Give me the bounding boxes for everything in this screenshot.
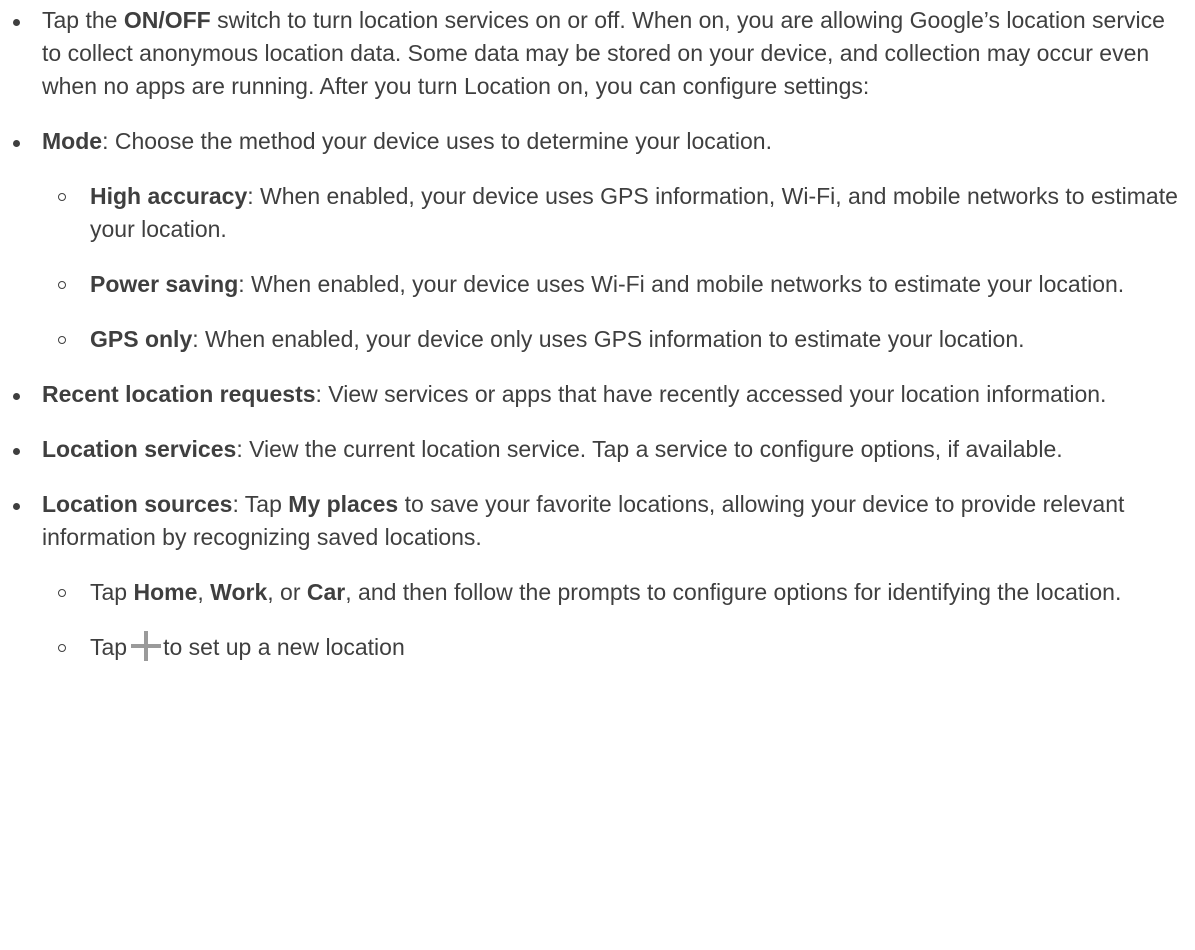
- item-text: : Tap: [232, 491, 289, 517]
- my-places-term: My places: [288, 491, 399, 517]
- item-text: : Choose the method your device uses to …: [102, 128, 772, 154]
- mode-sublist: High accuracy: When enabled, your device…: [0, 180, 1195, 356]
- item-text: , and then follow the prompts to configu…: [345, 579, 1122, 605]
- list-item-location-sources: Location sources: Tap My places to save …: [0, 488, 1185, 554]
- circle-bullet-icon: [58, 336, 66, 344]
- circle-bullet-icon: [58, 589, 66, 597]
- bullet-icon: [13, 393, 20, 400]
- list-item-onoff: Tap the ON/OFF switch to turn location s…: [0, 4, 1185, 103]
- sublist-item-new-location: Tap to set up a new location: [0, 631, 1185, 664]
- sublist-item-high-accuracy: High accuracy: When enabled, your device…: [0, 180, 1185, 246]
- item-text: : When enabled, your device uses GPS inf…: [90, 183, 1178, 242]
- plus-icon: [131, 631, 162, 661]
- item-lead: Tap: [90, 579, 134, 605]
- item-term: Recent location requests: [42, 381, 316, 407]
- car-term: Car: [306, 579, 346, 605]
- circle-bullet-icon: [58, 281, 66, 289]
- bullet-icon: [13, 19, 20, 26]
- home-term: Home: [133, 579, 198, 605]
- circle-bullet-icon: [58, 644, 66, 652]
- item-text: : View services or apps that have recent…: [315, 381, 1107, 407]
- list-item-recent-requests: Recent location requests: View services …: [0, 378, 1185, 411]
- item-text: : View the current location service. Tap…: [236, 436, 1063, 462]
- item-term: ON/OFF: [123, 7, 211, 33]
- bullet-icon: [13, 503, 20, 510]
- item-term: High accuracy: [90, 183, 248, 209]
- sublist-item-home-work-car: Tap Home, Work, or Car, and then follow …: [0, 576, 1185, 609]
- sources-sublist: Tap Home, Work, or Car, and then follow …: [0, 576, 1195, 664]
- sublist-item-gps-only: GPS only: When enabled, your device only…: [0, 323, 1185, 356]
- item-lead: Tap the: [42, 7, 124, 33]
- settings-list-continued: Recent location requests: View services …: [0, 378, 1195, 554]
- item-text: : When enabled, your device uses Wi-Fi a…: [238, 271, 1125, 297]
- separator: ,: [197, 579, 211, 605]
- circle-bullet-icon: [58, 193, 66, 201]
- settings-list: Tap the ON/OFF switch to turn location s…: [0, 4, 1195, 158]
- sublist-item-power-saving: Power saving: When enabled, your device …: [0, 268, 1185, 301]
- item-term: Power saving: [90, 271, 239, 297]
- item-lead: Tap: [90, 634, 128, 660]
- bullet-icon: [13, 448, 20, 455]
- list-item-mode: Mode: Choose the method your device uses…: [0, 125, 1185, 158]
- item-term: Location sources: [42, 491, 233, 517]
- separator: , or: [267, 579, 307, 605]
- item-term: GPS only: [90, 326, 193, 352]
- item-text: to set up a new location: [163, 634, 405, 660]
- item-text: switch to turn location services on or o…: [42, 7, 1165, 99]
- item-term: Mode: [42, 128, 103, 154]
- item-text: : When enabled, your device only uses GP…: [192, 326, 1025, 352]
- item-term: Location services: [42, 436, 237, 462]
- document-body: Tap the ON/OFF switch to turn location s…: [0, 0, 1195, 664]
- bullet-icon: [13, 140, 20, 147]
- list-item-location-services: Location services: View the current loca…: [0, 433, 1185, 466]
- work-term: Work: [210, 579, 268, 605]
